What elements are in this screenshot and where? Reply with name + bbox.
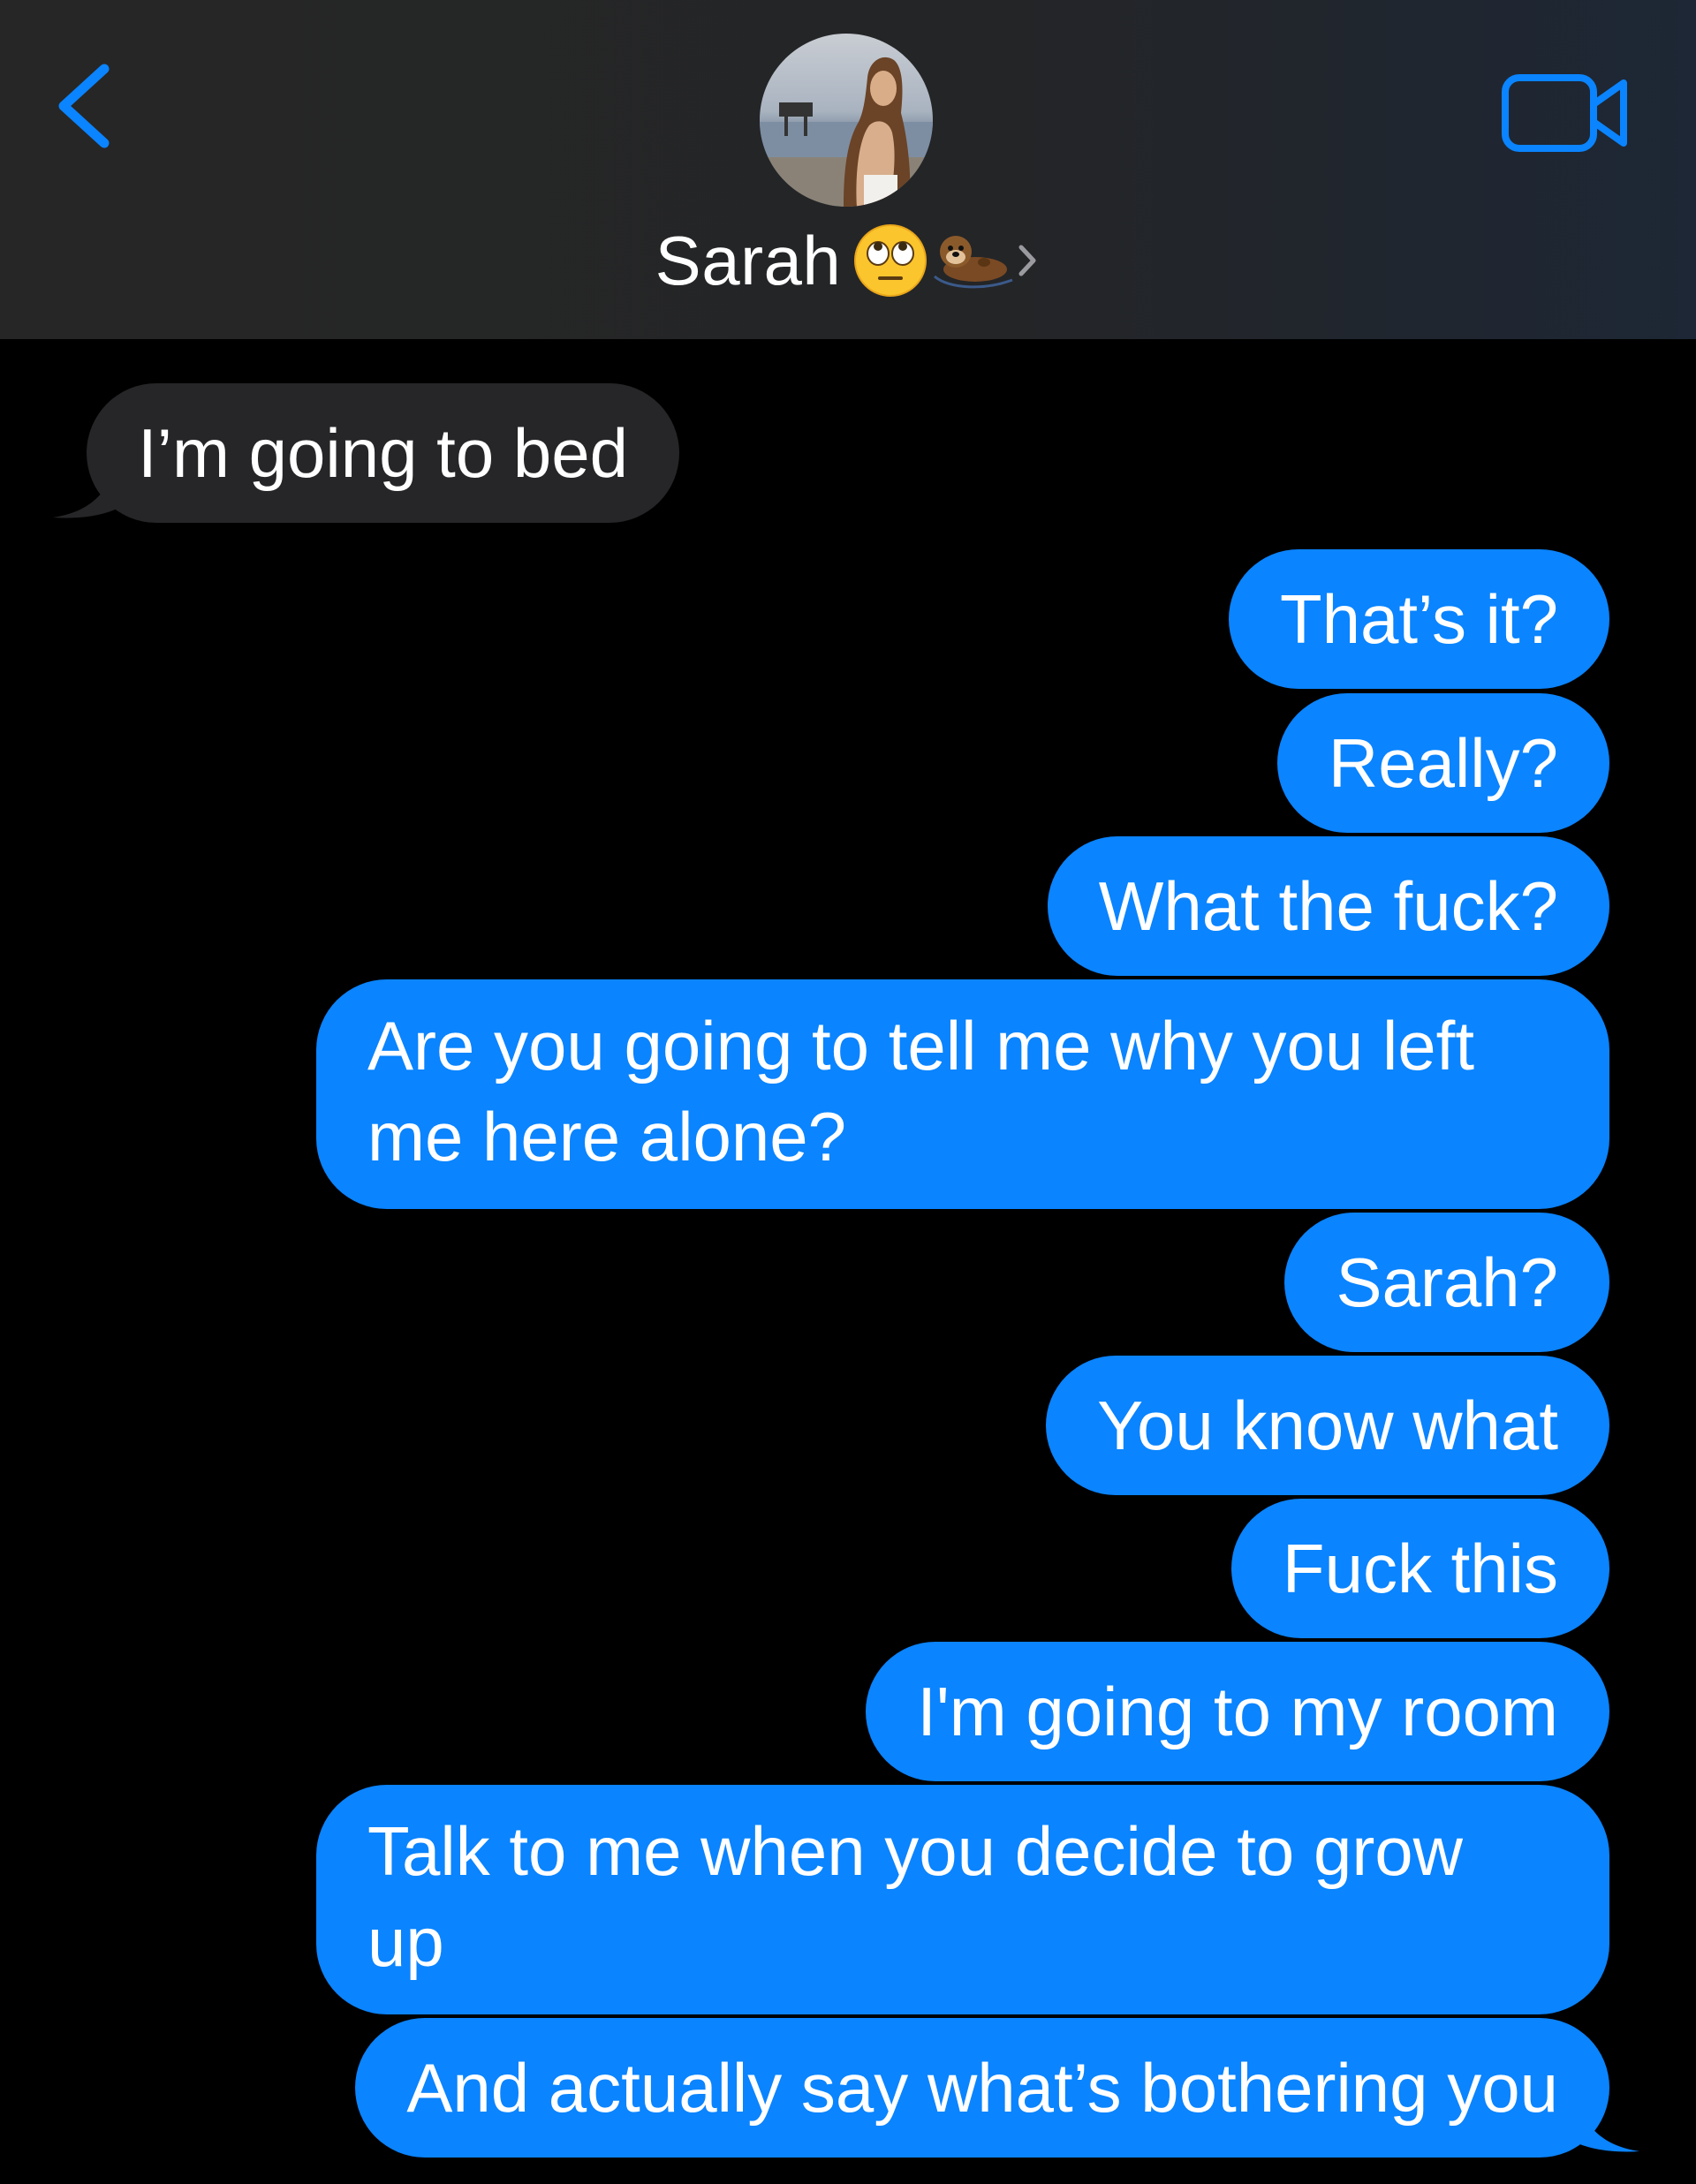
message-outgoing[interactable]: I'm going to my room — [866, 1642, 1609, 1781]
message-outgoing[interactable]: Are you going to tell me why you left me… — [316, 979, 1609, 1209]
message-outgoing[interactable]: You know what — [1046, 1356, 1609, 1495]
message-outgoing[interactable]: Really? — [1276, 693, 1609, 833]
message-outgoing[interactable]: Fuck this — [1230, 1499, 1609, 1638]
back-button[interactable] — [51, 57, 122, 154]
message-text: Talk to me when you decide to grow up — [367, 1812, 1464, 1981]
message-text: I'm going to my room — [917, 1673, 1558, 1750]
message-text: You know what — [1097, 1387, 1558, 1464]
facetime-video-button[interactable] — [1500, 69, 1632, 157]
message-text: Sarah? — [1336, 1243, 1558, 1321]
message-text: That’s it? — [1279, 580, 1558, 658]
message-text: Really? — [1328, 724, 1558, 802]
contact-name: Sarah — [655, 221, 842, 299]
message-outgoing[interactable]: That’s it? — [1228, 549, 1609, 689]
face-with-rolling-eyes-icon — [854, 224, 928, 297]
video-camera-icon — [1502, 74, 1627, 152]
chevron-left-icon — [58, 64, 110, 148]
message-text: And actually say what’s bothering you — [406, 2049, 1558, 2127]
chevron-right-icon — [1018, 245, 1036, 276]
contact-avatar[interactable] — [760, 34, 933, 207]
otter-icon — [934, 236, 1013, 289]
avatar-photo — [760, 34, 933, 207]
message-incoming[interactable]: I’m going to bed — [87, 383, 680, 523]
message-text: Fuck this — [1282, 1530, 1558, 1607]
message-outgoing[interactable]: And actually say what’s bothering you — [355, 2018, 1609, 2158]
message-outgoing[interactable]: Sarah? — [1284, 1213, 1609, 1352]
message-outgoing[interactable]: Talk to me when you decide to grow up — [316, 1785, 1609, 2014]
message-text: I’m going to bed — [138, 414, 629, 492]
message-outgoing[interactable]: What the fuck? — [1047, 836, 1609, 976]
contact-name-row[interactable]: Sarah — [0, 212, 1696, 309]
message-text: What the fuck? — [1098, 867, 1558, 945]
message-text: Are you going to tell me why you left me… — [367, 1007, 1474, 1175]
conversation-header: Sarah — [0, 0, 1696, 339]
